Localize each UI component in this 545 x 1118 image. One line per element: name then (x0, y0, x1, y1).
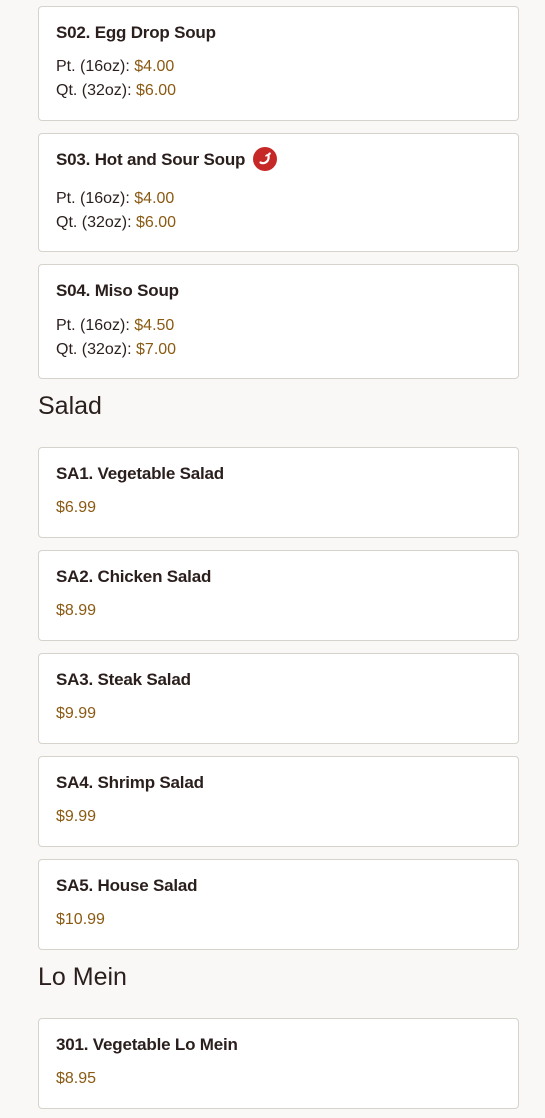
size-label: Pt. (16oz): (56, 58, 130, 75)
size-label: Pt. (16oz): (56, 190, 130, 207)
menu-item-card[interactable]: S03. Hot and Sour Soup Pt. (16oz): $4.00… (38, 133, 519, 252)
item-price: $6.00 (136, 82, 177, 99)
menu-item-card[interactable]: S04. Miso Soup Pt. (16oz): $4.50 Qt. (32… (38, 264, 519, 379)
menu-item-card[interactable]: SA3. Steak Salad $9.99 (38, 653, 519, 744)
price-option: Qt. (32oz): $7.00 (56, 341, 176, 359)
menu-item-card[interactable]: SA1. Vegetable Salad $6.99 (38, 447, 519, 538)
item-name: SA3. Steak Salad (56, 670, 191, 689)
section-title-lo-mein: Lo Mein (38, 963, 127, 991)
item-price: $4.00 (134, 58, 175, 75)
item-price: $9.99 (56, 808, 97, 825)
item-price: $8.95 (56, 1070, 97, 1087)
item-price: $4.00 (134, 190, 175, 207)
price-option: Pt. (16oz): $4.00 (56, 190, 174, 208)
item-name-row: S03. Hot and Sour Soup (56, 147, 278, 172)
item-price: $4.50 (134, 317, 175, 334)
item-name: 301. Vegetable Lo Mein (56, 1035, 238, 1054)
size-label: Qt. (32oz): (56, 82, 132, 99)
item-price: $6.99 (56, 499, 97, 516)
item-name: SA2. Chicken Salad (56, 567, 212, 586)
menu-page: S02. Egg Drop Soup Pt. (16oz): $4.00 Qt.… (0, 0, 545, 1118)
size-label: Pt. (16oz): (56, 317, 130, 334)
item-price: $10.99 (56, 911, 105, 928)
menu-item-card[interactable]: SA2. Chicken Salad $8.99 (38, 550, 519, 641)
item-name: SA4. Shrimp Salad (56, 773, 204, 792)
item-price: $8.99 (56, 602, 97, 619)
item-name: S03. Hot and Sour Soup (56, 150, 246, 169)
menu-item-card[interactable]: S02. Egg Drop Soup Pt. (16oz): $4.00 Qt.… (38, 6, 519, 121)
item-name: S04. Miso Soup (56, 281, 179, 300)
item-name: S02. Egg Drop Soup (56, 23, 216, 42)
price-option: Qt. (32oz): $6.00 (56, 82, 176, 100)
price-option: Pt. (16oz): $4.00 (56, 58, 174, 76)
size-label: Qt. (32oz): (56, 341, 132, 358)
section-title-salad: Salad (38, 392, 102, 420)
item-price: $9.99 (56, 705, 97, 722)
chili-pepper-icon (253, 147, 278, 172)
price-option: Pt. (16oz): $4.50 (56, 317, 174, 335)
size-label: Qt. (32oz): (56, 214, 132, 231)
item-name: SA1. Vegetable Salad (56, 464, 224, 483)
menu-item-card[interactable]: SA5. House Salad $10.99 (38, 859, 519, 950)
price-option: Qt. (32oz): $6.00 (56, 214, 176, 232)
menu-item-card[interactable]: 301. Vegetable Lo Mein $8.95 (38, 1018, 519, 1109)
menu-item-card[interactable]: SA4. Shrimp Salad $9.99 (38, 756, 519, 847)
item-name: SA5. House Salad (56, 876, 198, 895)
item-price: $7.00 (136, 341, 177, 358)
item-price: $6.00 (136, 214, 177, 231)
